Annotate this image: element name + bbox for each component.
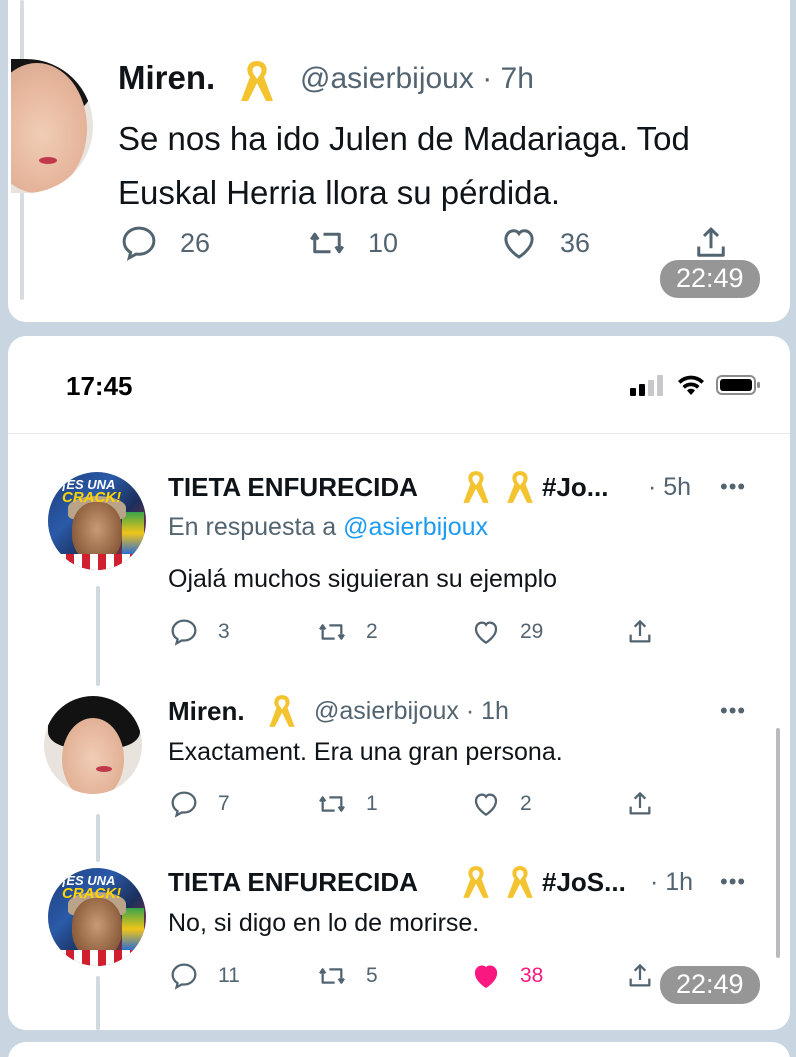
reply-button[interactable]: 7 [168,788,230,820]
like-button[interactable]: 29 [470,616,543,648]
retweet-button[interactable]: 5 [316,960,378,992]
reply-count: 26 [180,227,211,258]
avatar-miren[interactable] [11,59,93,193]
share-icon [629,620,651,643]
author-handle-time[interactable]: @asierbijoux · 7h [300,62,534,96]
avatar-tieta[interactable]: ¡ES UNA CRACK! [48,472,146,570]
author-name-hashtag[interactable]: #Jo... [542,472,608,503]
tweet-actions: 7 1 2 [168,788,688,824]
author-name[interactable]: Miren. [168,696,245,727]
like-button[interactable]: 2 [470,788,532,820]
tweet-text-line: Euskal Herria llora su pérdida. [118,174,561,211]
yellow-ribbon-icon [463,471,489,503]
avatar-miren[interactable] [44,696,142,794]
share-icon [697,227,725,257]
share-button[interactable] [624,960,656,992]
yellow-ribbon-icon [241,61,273,101]
yellow-ribbon-icon [507,866,533,898]
retweet-icon [319,796,345,812]
tweet-text-line: Se nos ha ido Julen de Madariaga. Tod [118,120,690,157]
retweet-icon [310,232,344,254]
tweet-text: No, si digo en lo de morirse. [168,909,480,937]
retweet-count: 10 [368,227,399,258]
more-options-icon[interactable]: ••• [720,474,746,500]
phone-screenshot-card: 17:45 ¡ES UNA CRACK! TIETA ENFURECIDA #J… [8,336,790,1030]
reply-button[interactable]: 26 [118,222,210,264]
reply-context: En respuesta a @asierbijoux [168,513,488,542]
battery-icon [716,375,760,395]
heart-icon [474,793,498,816]
share-icon [629,964,651,987]
yellow-ribbon-icon [463,866,489,898]
tweet-actions: 11 5 38 [168,960,688,996]
next-message-card [8,1042,790,1057]
reply-button[interactable]: 3 [168,616,230,648]
status-bar-time: 17:45 [66,371,133,401]
avatar-caption: ¡ES UNA CRACK! [62,477,122,506]
reply-prefix: En respuesta a [168,513,337,541]
reply-count: 3 [218,620,230,643]
avatar-caption: ¡ES UNA CRACK! [62,873,122,902]
retweet-count: 2 [366,620,378,643]
reply-icon [171,791,197,818]
yellow-ribbon-icon [269,695,295,727]
more-options-icon[interactable]: ••• [720,698,746,724]
heart-filled-icon [474,965,498,988]
share-icon [629,792,651,815]
reply-icon [171,963,197,990]
share-button[interactable] [624,616,656,648]
author-name-hashtag[interactable]: #JoS... [542,867,626,898]
tweet-text: Se nos ha ido Julen de Madariaga. Tod Eu… [118,112,690,220]
message-timestamp: 22:49 [660,260,760,298]
header-divider [8,433,790,434]
message-timestamp: 22:49 [660,966,760,1004]
more-options-icon[interactable]: ••• [720,869,746,895]
tweet-time[interactable]: · 1h [650,868,693,897]
like-count: 38 [520,964,544,987]
retweet-icon [319,624,345,640]
retweet-button[interactable]: 1 [316,788,378,820]
author-name[interactable]: Miren. [118,59,215,97]
scrollbar[interactable] [776,728,780,958]
reply-count: 7 [218,792,230,815]
share-button[interactable] [624,788,656,820]
yellow-ribbon-icon [507,471,533,503]
top-tweet-card: Miren. @asierbijoux · 7h Se nos ha ido J… [8,0,790,322]
author-handle-time[interactable]: @asierbijoux · 1h [314,697,509,726]
retweet-count: 1 [366,792,378,815]
like-count: 2 [520,792,532,815]
reply-handle-link[interactable]: @asierbijoux [343,513,488,541]
like-button[interactable]: 38 [470,960,543,992]
tweet-text: Exactament. Era una gran persona. [168,738,563,766]
retweet-button[interactable]: 10 [306,222,398,264]
avatar-tieta[interactable]: ¡ES UNA CRACK! [48,868,146,966]
thread-line [96,814,100,862]
like-button[interactable]: 36 [498,222,590,264]
like-count: 29 [520,620,544,643]
author-name[interactable]: TIETA ENFURECIDA [168,472,418,503]
tweet-actions: 3 2 29 [168,616,688,652]
reply-count: 11 [218,964,240,987]
thread-line [96,976,100,1030]
heart-icon [474,621,498,644]
reply-button[interactable]: 11 [168,960,240,992]
tweet-time[interactable]: · 5h [648,473,691,502]
retweet-count: 5 [366,964,378,987]
reply-icon [122,226,156,261]
heart-icon [504,229,534,259]
thread-line [96,586,100,686]
author-name[interactable]: TIETA ENFURECIDA [168,867,418,898]
retweet-icon [319,968,345,984]
status-bar-icons [630,374,762,396]
wifi-icon [678,375,704,395]
retweet-button[interactable]: 2 [316,616,378,648]
reply-icon [171,619,197,646]
tweet-text: Ojalá muchos siguieran su ejemplo [168,565,558,593]
like-count: 36 [560,227,591,258]
share-button[interactable] [690,222,732,264]
signal-icon [630,375,663,396]
